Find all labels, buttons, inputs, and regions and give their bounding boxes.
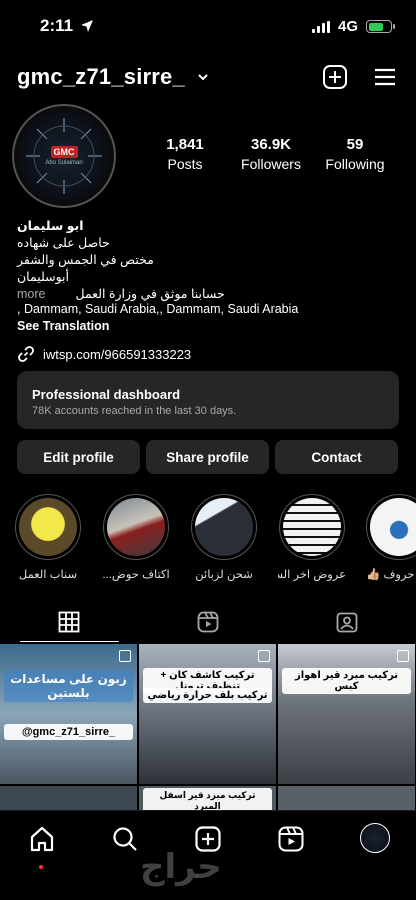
home-icon[interactable]: [28, 825, 56, 853]
bio-line: مختص في الجمس والشفر: [17, 253, 154, 267]
stat-following[interactable]: 59 Following: [310, 136, 400, 172]
stat-followers[interactable]: 36.9K Followers: [226, 136, 316, 172]
bio-line: أبوسليمان: [17, 270, 70, 284]
profile-link-text: iwtsp.com/966591333223: [43, 346, 192, 362]
highlight-cover: [370, 498, 416, 556]
tab-reels[interactable]: [139, 602, 278, 642]
highlight-item[interactable]: عروض اخر السـ...: [278, 494, 346, 581]
profile-bio: ابو سليمان حاصل على شهاده مختص في الجمس …: [17, 218, 317, 303]
stat-posts[interactable]: 1,841 Posts: [140, 136, 230, 172]
watermark-text: حراج: [140, 848, 222, 886]
share-profile-button[interactable]: Share profile: [146, 440, 269, 474]
highlight-label: حروف 👍🏼: [366, 569, 415, 581]
signal-icon: [311, 20, 330, 33]
status-right: 4G: [311, 18, 395, 35]
stat-posts-value: 1,841: [166, 136, 204, 153]
network-label: 4G: [337, 18, 358, 35]
reels-nav-icon[interactable]: [277, 825, 305, 853]
stat-following-label: Following: [325, 156, 385, 172]
profile-avatar[interactable]: GMC Abo Sulaiman: [12, 104, 116, 208]
highlight-cover: [19, 498, 77, 556]
post-caption: @gmc_z71_sirre_: [4, 724, 133, 740]
bottom-nav: حراج: [0, 810, 416, 900]
status-time: 2:11: [40, 16, 74, 35]
stat-followers-value: 36.9K: [250, 136, 292, 153]
highlight-label: اكتاف حوض...: [102, 569, 170, 581]
highlight-cover: [107, 498, 165, 556]
professional-dashboard[interactable]: Professional dashboard 78K accounts reac…: [17, 371, 399, 429]
notification-dot: [39, 865, 43, 869]
tab-posts-grid[interactable]: [0, 602, 139, 642]
bio-line: حاصل على شهاده: [17, 236, 110, 250]
grid-icon: [58, 611, 80, 633]
multiple-posts-icon: [397, 650, 409, 662]
stat-followers-label: Followers: [241, 156, 301, 172]
posts-grid: زبون على مساعدات بلستين @gmc_z71_sirre_ …: [0, 644, 416, 816]
highlight-item[interactable]: سناب العمل: [14, 494, 82, 581]
bio-line: حسابنا موثق في وزارة العمل: [75, 287, 225, 301]
profile-tabs: [0, 602, 416, 642]
dashboard-title: Professional dashboard: [32, 387, 181, 402]
highlight-item[interactable]: حروف 👍🏼: [366, 494, 416, 581]
profile-username[interactable]: gmc_z71_sirre_: [17, 64, 185, 90]
menu-icon[interactable]: [372, 64, 398, 90]
contact-button[interactable]: Contact: [275, 440, 398, 474]
bio-name: ابو سليمان: [17, 219, 84, 233]
profile-address[interactable]: , Dammam, Saudi Arabia,, Dammam, Saudi A…: [17, 302, 298, 316]
post-thumbnail[interactable]: زبون على مساعدات بلستين @gmc_z71_sirre_: [0, 644, 137, 784]
profile-avatar-icon[interactable]: [360, 823, 390, 853]
battery-icon: [366, 20, 395, 33]
stat-posts-label: Posts: [167, 156, 203, 172]
highlight-cover: [283, 498, 341, 556]
reels-icon: [197, 611, 219, 633]
profile-link[interactable]: iwtsp.com/966591333223: [17, 345, 191, 363]
highlight-label: سناب العمل: [18, 569, 78, 581]
multiple-posts-icon: [258, 650, 270, 662]
post-thumbnail[interactable]: تركيب كاشف كان + تنظيف ترونل تركيب بلف ح…: [139, 644, 276, 784]
create-post-icon[interactable]: [322, 64, 348, 90]
link-icon: [18, 346, 34, 362]
see-translation-link[interactable]: See Translation: [17, 319, 109, 333]
stat-following-value: 59: [346, 136, 364, 153]
multiple-posts-icon: [119, 650, 131, 662]
highlight-label: شحن لزبائن: [195, 569, 253, 581]
post-caption: تركيب بلف حرارة رياضي: [143, 688, 272, 703]
tagged-icon: [336, 612, 358, 633]
location-arrow-icon: [81, 20, 93, 32]
highlight-item[interactable]: اكتاف حوض...: [102, 494, 170, 581]
highlight-item[interactable]: شحن لزبائن: [190, 494, 258, 581]
post-caption: تركيب مبرد قير اهواز كبس: [282, 668, 411, 694]
highlight-label: عروض اخر السـ...: [278, 569, 346, 581]
dashboard-subtitle: 78K accounts reached in the last 30 days…: [32, 405, 237, 417]
avatar-emblem-icon: [26, 118, 102, 194]
post-caption: زبون على مساعدات بلستين: [4, 670, 133, 702]
chevron-down-icon[interactable]: [196, 70, 210, 84]
bio-more-link[interactable]: more: [17, 286, 45, 303]
edit-profile-button[interactable]: Edit profile: [17, 440, 140, 474]
search-icon[interactable]: [111, 825, 139, 853]
highlight-cover: [195, 498, 253, 556]
post-thumbnail[interactable]: تركيب مبرد قير اهواز كبس: [278, 644, 415, 784]
tab-tagged[interactable]: [277, 602, 416, 642]
